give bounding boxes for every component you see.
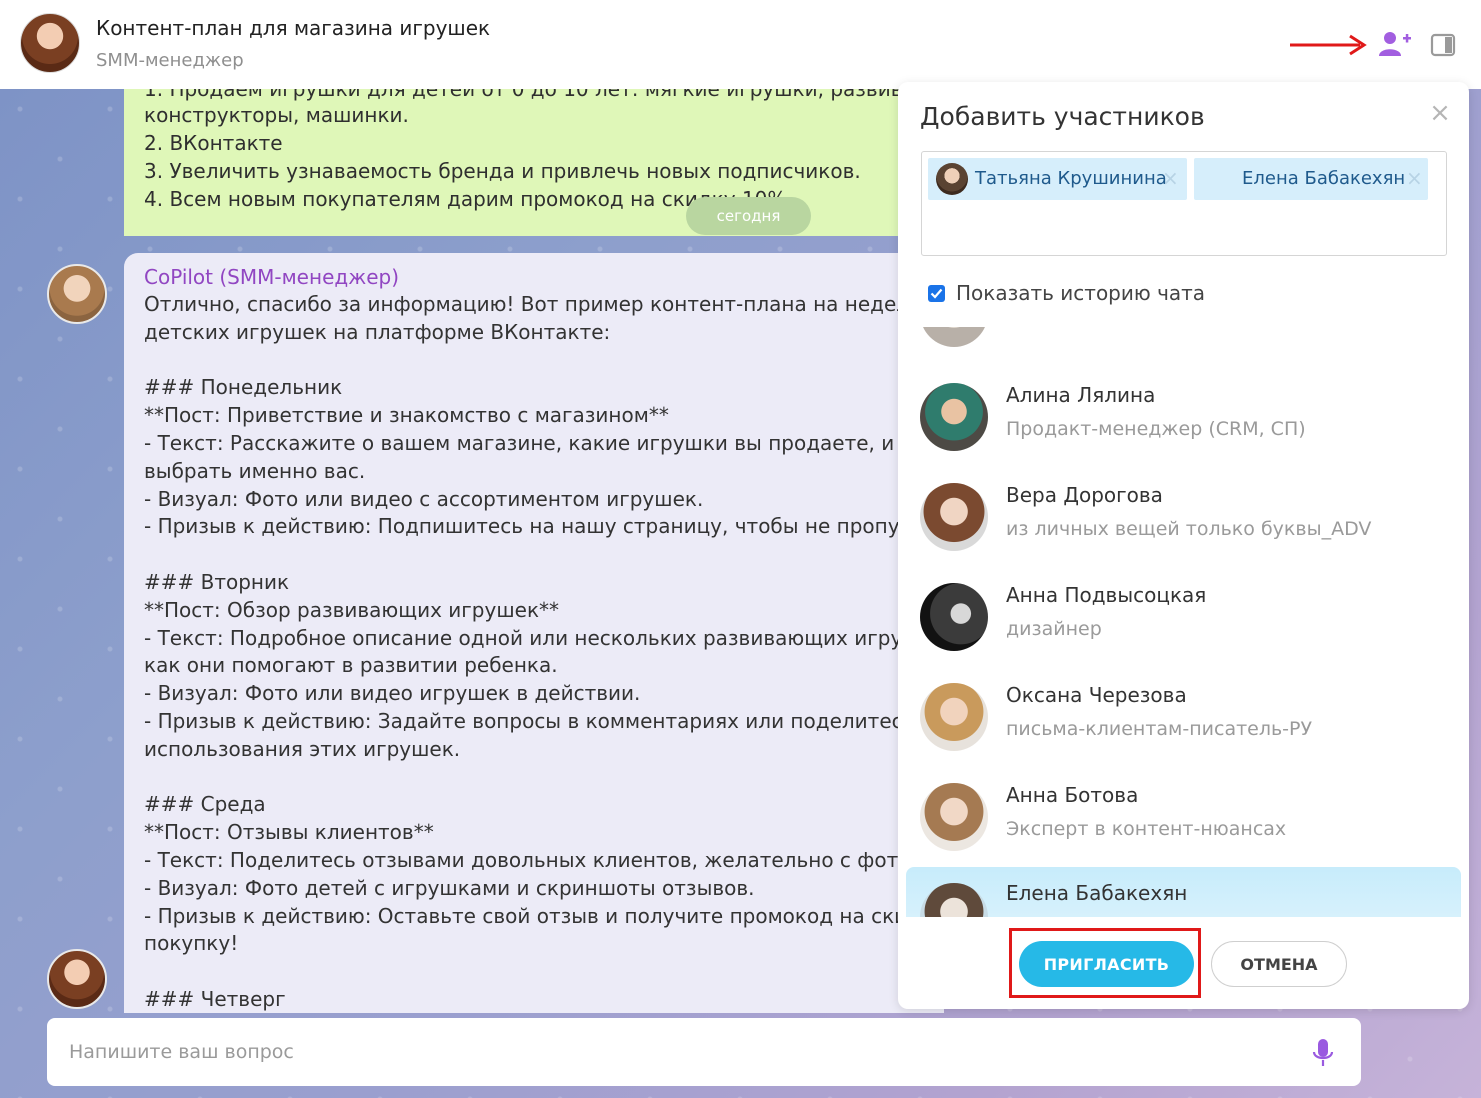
user-role: Продакт-менеджер (CRM, СП): [1006, 418, 1306, 440]
user-role: письма-клиентам-писатель-РУ: [1006, 718, 1313, 740]
annotation-arrow-icon: [1290, 34, 1367, 56]
user-list-item[interactable]: Анна Подвысоцкая дизайнер: [898, 575, 1469, 675]
show-history-checkbox[interactable]: [928, 285, 945, 302]
user-name: Анна Ботова: [1006, 783, 1139, 807]
bot-message-text: Отлично, спасибо за информацию! Вот прим…: [144, 291, 944, 1013]
user-name: Алина Лялина: [1006, 383, 1156, 407]
date-badge: сегодня: [686, 197, 811, 235]
message-line: Отлично, спасибо за информацию! Вот прим…: [144, 292, 944, 316]
chip-remove-icon[interactable]: ×: [1406, 166, 1423, 190]
avatar: [920, 683, 988, 751]
bot-avatar: [47, 949, 107, 1009]
avatar: [920, 583, 988, 651]
message-line: - Призыв к действию: Задайте вопросы в к…: [144, 708, 944, 733]
message-line: покупку!: [144, 931, 239, 956]
user-list-item[interactable]: Алина Лялина Продакт-менеджер (CRM, СП): [898, 375, 1469, 475]
checkmark-icon: [930, 288, 943, 299]
user-list[interactable]: Алина Лялина Продакт-менеджер (CRM, СП) …: [898, 327, 1469, 917]
message-line: ### Четверг: [144, 986, 286, 1011]
user-avatar: [47, 264, 107, 324]
message-line: **Пост: Приветствие и знакомство с магаз…: [144, 403, 669, 428]
message-line: - Визуал: Фото детей с игрушками и скрин…: [144, 875, 755, 900]
message-line: ### Среда: [144, 792, 266, 817]
message-line: 3. Увеличить узнаваемость бренда и привл…: [144, 159, 861, 183]
message-input-bar: [47, 1018, 1361, 1086]
dialog-title: Добавить участников: [920, 102, 1205, 131]
user-role: из личных вещей только буквы_ADV: [1006, 518, 1372, 540]
user-list-item[interactable]: Анна Ботова Эксперт в контент-нюансах: [898, 775, 1469, 875]
message-line: **Пост: Обзор развивающих игрушек**: [144, 597, 560, 622]
chip-remove-icon[interactable]: ×: [1162, 166, 1179, 190]
participant-chip: Татьяна Крушинина ×: [928, 158, 1187, 200]
chip-name: Елена Бабакехян: [1242, 168, 1406, 189]
message-line: как они помогают в развитии ребенка.: [144, 653, 558, 678]
bot-message-bubble: CoPilot (SMM-менеджер) Отлично, спасибо …: [124, 253, 944, 1013]
avatar: [920, 483, 988, 551]
message-sender: CoPilot (SMM-менеджер): [144, 265, 400, 289]
add-user-icon[interactable]: [1378, 28, 1412, 60]
message-line: [144, 764, 934, 792]
message-line: - Текст: Расскажите о вашем магазине, ка…: [144, 430, 944, 455]
user-list-item-selected[interactable]: Елена Бабакехян: [906, 867, 1461, 917]
message-line: - Призыв к действию: Оставьте свой отзыв…: [144, 903, 944, 928]
message-line: детских игрушек на платформе ВКонтакте:: [144, 319, 611, 344]
avatar: [920, 327, 988, 347]
add-participants-dialog: Добавить участников × Татьяна Крушинина …: [898, 82, 1469, 1009]
close-icon[interactable]: ×: [1428, 100, 1452, 126]
user-name: Анна Подвысоцкая: [1006, 583, 1207, 607]
avatar: [920, 783, 988, 851]
chat-avatar: [20, 13, 80, 73]
chip-name: Татьяна Крушинина: [975, 168, 1167, 189]
selected-participants-field[interactable]: Татьяна Крушинина × Елена Бабакехян ×: [921, 151, 1447, 256]
participant-chip: Елена Бабакехян ×: [1194, 158, 1428, 200]
message-line: **Пост: Отзывы клиентов**: [144, 820, 434, 845]
message-line: - Текст: Поделитесь отзывами довольных к…: [144, 847, 944, 872]
user-name: Елена Бабакехян: [1006, 881, 1188, 905]
message-line: ### Понедельник: [144, 375, 343, 400]
user-name: Оксана Черезова: [1006, 683, 1187, 707]
user-message-bubble: 1. Продаем игрушки для детей от 0 до 10 …: [124, 89, 944, 236]
chat-header: Контент-план для магазина игрушек SMM-ме…: [0, 0, 1481, 89]
message-line: использования этих игрушек.: [144, 736, 461, 761]
microphone-icon[interactable]: [1311, 1038, 1335, 1068]
cancel-button[interactable]: ОТМЕНА: [1211, 941, 1347, 987]
message-line: - Призыв к действию: Подпишитесь на нашу…: [144, 514, 944, 539]
chat-subtitle: SMM-менеджер: [96, 50, 244, 71]
avatar: [920, 383, 988, 451]
message-line: конструкторы, машинки.: [144, 103, 409, 127]
user-name: Вера Дорогова: [1006, 483, 1163, 507]
user-list-item[interactable]: Оксана Черезова письма-клиентам-писатель…: [898, 675, 1469, 775]
message-line: ### Вторник: [144, 569, 290, 594]
chat-title: Контент-план для магазина игрушек: [96, 16, 491, 40]
message-line: - Визуал: Фото или видео игрушек в дейст…: [144, 681, 641, 706]
chip-avatar: [936, 163, 968, 195]
message-line: [144, 347, 934, 375]
user-role: дизайнер: [1006, 618, 1102, 640]
message-line: - Визуал: Фото или видео с ассортиментом…: [144, 486, 704, 511]
side-panel-icon[interactable]: [1430, 32, 1456, 58]
message-input[interactable]: [69, 1034, 1269, 1070]
avatar: [920, 883, 988, 917]
invite-button[interactable]: ПРИГЛАСИТЬ: [1019, 941, 1194, 987]
show-history-label: Показать историю чата: [956, 281, 1206, 305]
message-line: [144, 958, 934, 986]
message-line: выбрать именно вас.: [144, 458, 366, 483]
user-list-item[interactable]: Вера Дорогова из личных вещей только бук…: [898, 475, 1469, 575]
user-role: Эксперт в контент-нюансах: [1006, 818, 1287, 840]
message-line: [144, 541, 934, 569]
message-line: - Текст: Подробное описание одной или не…: [144, 625, 944, 650]
message-line: 2. ВКонтакте: [144, 131, 283, 155]
